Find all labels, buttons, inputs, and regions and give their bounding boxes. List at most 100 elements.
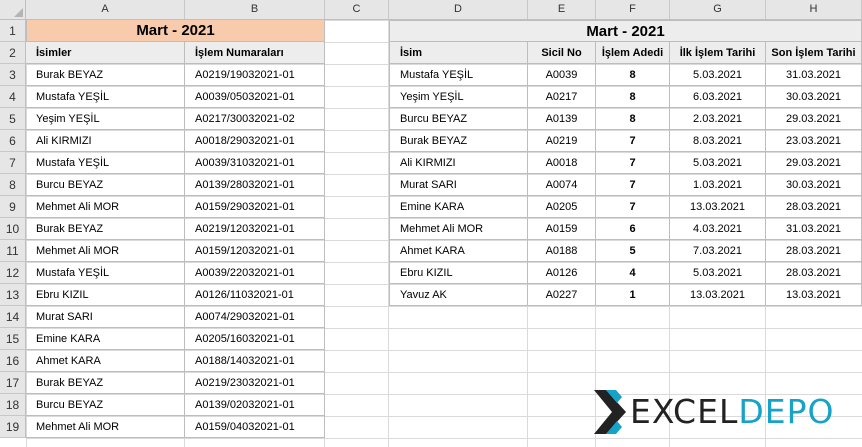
right-table-first-date-cell[interactable]: 5.03.2021 — [670, 64, 766, 86]
right-table-first-date-cell[interactable]: 7.03.2021 — [670, 240, 766, 262]
left-table-transaction-cell[interactable]: A0139/02032021-01 — [185, 394, 325, 416]
right-table-name-cell[interactable]: Yavuz AK — [389, 284, 528, 306]
right-table-name-cell[interactable]: Mehmet Ali MOR — [389, 218, 528, 240]
left-table-name-cell[interactable]: Murat SARI — [26, 306, 185, 328]
right-table-last-date-cell[interactable]: 28.03.2021 — [766, 240, 862, 262]
left-table-name-cell[interactable]: Burak BEYAZ — [26, 64, 185, 86]
right-table-count-cell[interactable]: 7 — [596, 130, 670, 152]
row-header-5[interactable]: 5 — [0, 108, 26, 130]
right-table-name-cell[interactable]: Ahmet KARA — [389, 240, 528, 262]
right-table-header-1[interactable]: Sicil No — [528, 42, 596, 64]
right-table-count-cell[interactable]: 1 — [596, 284, 670, 306]
right-table-count-cell[interactable]: 7 — [596, 152, 670, 174]
left-table-transaction-cell[interactable]: A0159/29032021-01 — [185, 196, 325, 218]
left-table-transaction-cell[interactable]: A0188/14032021-01 — [185, 350, 325, 372]
left-table-name-cell[interactable]: Mehmet Ali MOR — [26, 416, 185, 438]
left-table-transaction-cell[interactable]: A0159/12032021-01 — [185, 240, 325, 262]
right-table-count-cell[interactable]: 8 — [596, 108, 670, 130]
right-table-name-cell[interactable]: Ali KIRMIZI — [389, 152, 528, 174]
right-table-name-cell[interactable]: Yeşim YEŞİL — [389, 86, 528, 108]
column-header-e[interactable]: E — [528, 0, 596, 19]
left-table-name-cell[interactable]: Mustafa YEŞİL — [26, 152, 185, 174]
right-table-count-cell[interactable]: 7 — [596, 196, 670, 218]
left-table-name-cell[interactable]: Mustafa YEŞİL — [26, 86, 185, 108]
row-header-15[interactable]: 15 — [0, 328, 26, 350]
right-table-first-date-cell[interactable]: 2.03.2021 — [670, 108, 766, 130]
right-table-last-date-cell[interactable]: 30.03.2021 — [766, 174, 862, 196]
left-table-transaction-cell[interactable]: A0039/05032021-01 — [185, 86, 325, 108]
column-header-a[interactable]: A — [26, 0, 185, 19]
right-table-id-cell[interactable]: A0205 — [528, 196, 596, 218]
right-table-id-cell[interactable]: A0018 — [528, 152, 596, 174]
right-table-last-date-cell[interactable]: 23.03.2021 — [766, 130, 862, 152]
row-header-19[interactable]: 19 — [0, 416, 26, 438]
row-header-16[interactable]: 16 — [0, 350, 26, 372]
right-table-count-cell[interactable]: 5 — [596, 240, 670, 262]
row-header-4[interactable]: 4 — [0, 86, 26, 108]
right-table-count-cell[interactable]: 4 — [596, 262, 670, 284]
left-table-transaction-cell[interactable]: A0039/31032021-01 — [185, 152, 325, 174]
left-table-transaction-cell[interactable]: A0139/28032021-01 — [185, 174, 325, 196]
left-table-name-cell[interactable]: Mehmet Ali MOR — [26, 196, 185, 218]
left-table-name-cell[interactable]: Mustafa YEŞİL — [26, 262, 185, 284]
row-header-11[interactable]: 11 — [0, 240, 26, 262]
row-header-12[interactable]: 12 — [0, 262, 26, 284]
right-table-header-0[interactable]: İsim — [389, 42, 528, 64]
left-table-header-1[interactable]: İşlem Numaraları — [185, 42, 325, 64]
left-table-name-cell[interactable]: Burcu BEYAZ — [26, 394, 185, 416]
select-all-corner[interactable] — [0, 0, 26, 19]
right-table-id-cell[interactable]: A0188 — [528, 240, 596, 262]
left-table-transaction-cell[interactable]: A0219/12032021-01 — [185, 218, 325, 240]
left-table-transaction-cell[interactable]: A0018/29032021-01 — [185, 130, 325, 152]
left-table-name-cell[interactable]: Burak BEYAZ — [26, 218, 185, 240]
right-table-name-cell[interactable]: Emine KARA — [389, 196, 528, 218]
right-table-name-cell[interactable]: Burak BEYAZ — [389, 130, 528, 152]
left-table-name-cell[interactable]: Mehmet Ali MOR — [26, 240, 185, 262]
right-table-first-date-cell[interactable]: 1.03.2021 — [670, 174, 766, 196]
right-table-id-cell[interactable]: A0126 — [528, 262, 596, 284]
left-table-transaction-cell[interactable]: A0205/16032021-01 — [185, 328, 325, 350]
left-table-header-0[interactable]: İsimler — [26, 42, 185, 64]
right-table-id-cell[interactable]: A0074 — [528, 174, 596, 196]
right-table-last-date-cell[interactable]: 29.03.2021 — [766, 152, 862, 174]
right-table-first-date-cell[interactable]: 5.03.2021 — [670, 152, 766, 174]
left-table-name-cell[interactable]: Emine KARA — [26, 328, 185, 350]
right-table-first-date-cell[interactable]: 6.03.2021 — [670, 86, 766, 108]
row-header-7[interactable]: 7 — [0, 152, 26, 174]
column-header-f[interactable]: F — [596, 0, 670, 19]
right-table-last-date-cell[interactable]: 29.03.2021 — [766, 108, 862, 130]
row-header-14[interactable]: 14 — [0, 306, 26, 328]
left-table-transaction-cell[interactable]: A0039/22032021-01 — [185, 262, 325, 284]
row-header-17[interactable]: 17 — [0, 372, 26, 394]
right-table-title[interactable]: Mart - 2021 — [389, 20, 862, 42]
left-table-transaction-cell[interactable]: A0219/23032021-01 — [185, 372, 325, 394]
row-header-8[interactable]: 8 — [0, 174, 26, 196]
left-table-transaction-cell[interactable]: A0219/19032021-01 — [185, 64, 325, 86]
right-table-last-date-cell[interactable]: 13.03.2021 — [766, 284, 862, 306]
column-header-c[interactable]: C — [325, 0, 389, 19]
column-header-g[interactable]: G — [670, 0, 766, 19]
right-table-count-cell[interactable]: 6 — [596, 218, 670, 240]
column-header-h[interactable]: H — [766, 0, 862, 19]
right-table-name-cell[interactable]: Murat SARI — [389, 174, 528, 196]
right-table-header-4[interactable]: Son İşlem Tarihi — [766, 42, 862, 64]
left-table-name-cell[interactable]: Burak BEYAZ — [26, 372, 185, 394]
right-table-id-cell[interactable]: A0159 — [528, 218, 596, 240]
row-header-3[interactable]: 3 — [0, 64, 26, 86]
row-header-6[interactable]: 6 — [0, 130, 26, 152]
row-header-10[interactable]: 10 — [0, 218, 26, 240]
right-table-first-date-cell[interactable]: 4.03.2021 — [670, 218, 766, 240]
right-table-header-3[interactable]: İlk İşlem Tarihi — [670, 42, 766, 64]
left-table-name-cell[interactable]: Ebru KIZIL — [26, 284, 185, 306]
column-header-b[interactable]: B — [185, 0, 325, 19]
row-header-13[interactable]: 13 — [0, 284, 26, 306]
right-table-id-cell[interactable]: A0139 — [528, 108, 596, 130]
right-table-first-date-cell[interactable]: 13.03.2021 — [670, 196, 766, 218]
left-table-transaction-cell[interactable]: A0126/11032021-01 — [185, 284, 325, 306]
right-table-last-date-cell[interactable]: 31.03.2021 — [766, 64, 862, 86]
right-table-count-cell[interactable]: 7 — [596, 174, 670, 196]
column-header-d[interactable]: D — [389, 0, 528, 19]
left-table-transaction-cell[interactable]: A0217/30032021-02 — [185, 108, 325, 130]
right-table-id-cell[interactable]: A0039 — [528, 64, 596, 86]
right-table-last-date-cell[interactable]: 30.03.2021 — [766, 86, 862, 108]
